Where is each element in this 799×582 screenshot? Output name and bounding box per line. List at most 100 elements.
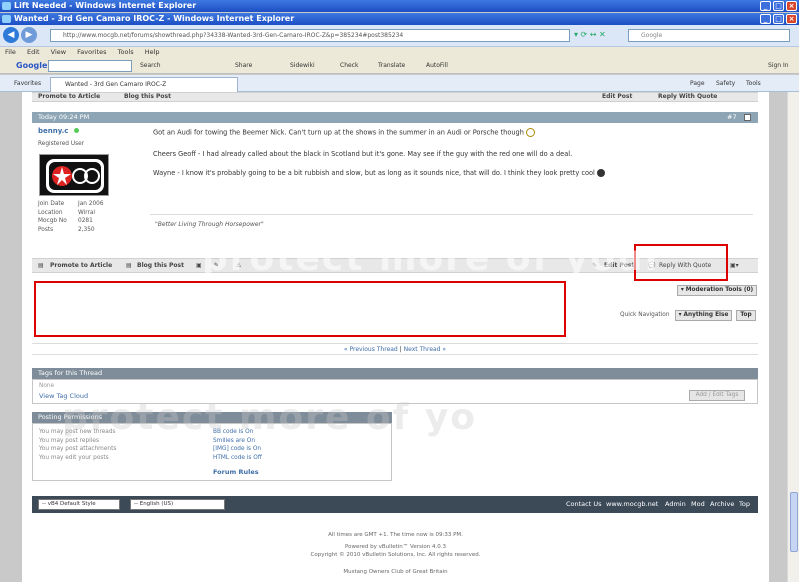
previous-thread-link[interactable]: « Previous Thread bbox=[344, 346, 398, 353]
menu-help[interactable]: Help bbox=[145, 48, 160, 56]
footer-bar: -- vB4 Default Style -- English (US) Con… bbox=[32, 496, 758, 513]
footer-link-admin[interactable]: Admin bbox=[665, 496, 686, 512]
add-edit-tags-button[interactable]: Add / Edit Tags bbox=[689, 390, 745, 401]
close-button[interactable]: × bbox=[786, 1, 797, 11]
html-code-status: HTML code is Off bbox=[213, 454, 262, 461]
google-search-button[interactable]: Search bbox=[140, 58, 161, 74]
meta-row: Posts 2,350 bbox=[38, 226, 118, 235]
blog-post-link[interactable]: Blog this Post bbox=[137, 259, 184, 273]
post-number[interactable]: #7 bbox=[727, 112, 737, 122]
scrollbar-thumb[interactable] bbox=[790, 492, 798, 552]
promote-article-link[interactable]: Promote to Article bbox=[38, 93, 100, 101]
quick-reply-icon[interactable]: ▣▾ bbox=[730, 259, 739, 273]
post-select-checkbox[interactable] bbox=[744, 114, 751, 121]
blog-post-link[interactable]: Blog this Post bbox=[124, 93, 171, 101]
maximize-button[interactable]: □ bbox=[773, 14, 784, 24]
favorites-button[interactable]: Favorites bbox=[14, 75, 41, 92]
menu-view[interactable]: View bbox=[51, 48, 66, 56]
cool-smiley-icon bbox=[597, 169, 605, 177]
top-button[interactable]: Top bbox=[736, 310, 756, 321]
anything-else-select[interactable]: ▾ Anything Else bbox=[675, 310, 732, 321]
favorites-bar: Favorites Wanted - 3rd Gen Camaro IROC-Z… bbox=[0, 75, 799, 92]
ie-icon bbox=[2, 15, 11, 23]
annotation-empty-box bbox=[34, 281, 566, 337]
meta-value: 2,350 bbox=[78, 226, 95, 233]
google-sidewiki-button[interactable]: Sidewiki bbox=[290, 58, 315, 74]
minimize-button[interactable]: _ bbox=[760, 1, 771, 11]
search-field[interactable]: Google bbox=[628, 29, 790, 42]
minimize-button[interactable]: _ bbox=[760, 14, 771, 24]
browser-tab[interactable]: Wanted - 3rd Gen Camaro IROC-Z bbox=[50, 77, 238, 92]
footer-link-top[interactable]: Top bbox=[739, 496, 750, 512]
edit-post-link[interactable]: Edit Post bbox=[602, 93, 632, 101]
reply-with-quote-link[interactable]: Reply With Quote bbox=[658, 93, 717, 101]
blog-icon: ▤ bbox=[126, 262, 132, 269]
close-button[interactable]: × bbox=[786, 14, 797, 24]
watermark-text: protect more of your bbox=[202, 238, 665, 279]
moderation-tools-button[interactable]: ▾ Moderation Tools (0) bbox=[677, 285, 757, 296]
thread-navigation: « Previous Thread | Next Thread » bbox=[32, 343, 758, 355]
google-autofill-button[interactable]: AutoFill bbox=[426, 58, 448, 74]
tags-none: None bbox=[39, 383, 55, 389]
refresh-stop-icons[interactable]: ▾ ⟳ ↔ ✕ bbox=[574, 30, 624, 39]
user-rank: Registered User bbox=[38, 141, 85, 147]
permission-item: You may post attachments bbox=[39, 446, 117, 452]
menu-edit[interactable]: Edit bbox=[27, 48, 40, 56]
page-menu[interactable]: Page bbox=[690, 75, 705, 92]
meta-row: Location Wirral bbox=[38, 209, 118, 218]
google-logo: Google bbox=[16, 61, 48, 70]
back-button[interactable]: ◀ bbox=[3, 27, 19, 43]
google-search-input[interactable] bbox=[48, 60, 132, 72]
google-share-button[interactable]: Share bbox=[235, 58, 252, 74]
post-date: Today 09:24 PM bbox=[38, 113, 90, 121]
meta-value: 0281 bbox=[78, 218, 93, 224]
user-avatar[interactable] bbox=[39, 154, 109, 196]
img-code-link[interactable]: [IMG] code is On bbox=[213, 445, 262, 454]
next-thread-link[interactable]: Next Thread » bbox=[404, 346, 446, 353]
online-status-icon bbox=[74, 128, 79, 133]
background-window-titlebar[interactable]: Lift Needed - Windows Internet Explorer … bbox=[0, 0, 799, 12]
footer-link-archive[interactable]: Archive bbox=[710, 496, 734, 512]
google-signin-button[interactable]: Sign In bbox=[768, 58, 789, 74]
style-select[interactable]: -- vB4 Default Style bbox=[38, 499, 120, 510]
menu-file[interactable]: File bbox=[5, 48, 16, 56]
forum-rules-link[interactable]: Forum Rules bbox=[213, 468, 259, 476]
meta-row: Join Date Jan 2006 bbox=[38, 200, 118, 209]
tools-menu[interactable]: Tools bbox=[746, 75, 761, 92]
meta-row: Mocgb No 0281 bbox=[38, 217, 118, 226]
background-window-title: Lift Needed - Windows Internet Explorer bbox=[14, 1, 197, 10]
google-check-button[interactable]: Check bbox=[340, 58, 358, 74]
url-field[interactable]: http://www.mocgb.net/forums/showthread.p… bbox=[50, 29, 570, 42]
meta-key: Posts bbox=[38, 226, 54, 233]
footer-link-mod[interactable]: Mod bbox=[691, 496, 705, 512]
vertical-scrollbar[interactable] bbox=[787, 92, 799, 582]
promote-article-link[interactable]: Promote to Article bbox=[50, 259, 112, 273]
post-text: Wayne - I know it's probably going to be… bbox=[153, 169, 595, 177]
forum-page: Promote to Article Blog this Post Edit P… bbox=[22, 92, 769, 582]
maximize-button[interactable]: □ bbox=[773, 1, 784, 11]
menu-favorites[interactable]: Favorites bbox=[77, 48, 106, 56]
username[interactable]: benny.c bbox=[38, 127, 68, 135]
previous-post-toolbar: Promote to Article Blog this Post Edit P… bbox=[32, 92, 758, 102]
permission-item: You may edit your posts bbox=[39, 454, 109, 461]
menu-tools[interactable]: Tools bbox=[118, 48, 134, 56]
meta-key: Join Date bbox=[38, 201, 65, 207]
powered-by: Powered by vBulletin™ Version 4.0.3 bbox=[345, 544, 446, 550]
footer-link-site[interactable]: www.mocgb.net bbox=[606, 496, 658, 512]
avatar-logo-icon bbox=[46, 159, 104, 193]
post-text: Got an Audi for towing the Beemer Nick. … bbox=[153, 128, 524, 137]
signature: "Better Living Through Horsepower" bbox=[155, 221, 264, 228]
forward-button[interactable]: ▶ bbox=[21, 27, 37, 43]
smiley-icon bbox=[526, 128, 536, 137]
footer-link-contact[interactable]: Contact Us bbox=[566, 496, 602, 512]
safety-menu[interactable]: Safety bbox=[716, 75, 735, 92]
google-translate-button[interactable]: Translate bbox=[378, 58, 405, 74]
meta-value: Jan 2006 bbox=[78, 201, 104, 207]
ie-icon bbox=[2, 2, 11, 10]
browser-titlebar[interactable]: Wanted - 3rd Gen Camaro IROC-Z - Windows… bbox=[0, 13, 799, 25]
multiquote-icon[interactable]: ▣ bbox=[196, 259, 202, 273]
menu-bar: File Edit View Favorites Tools Help bbox=[0, 47, 799, 58]
signature-divider bbox=[150, 214, 753, 215]
copyright: Copyright © 2010 vBulletin Solutions, In… bbox=[310, 552, 481, 558]
language-select[interactable]: -- English (US) bbox=[130, 499, 225, 510]
